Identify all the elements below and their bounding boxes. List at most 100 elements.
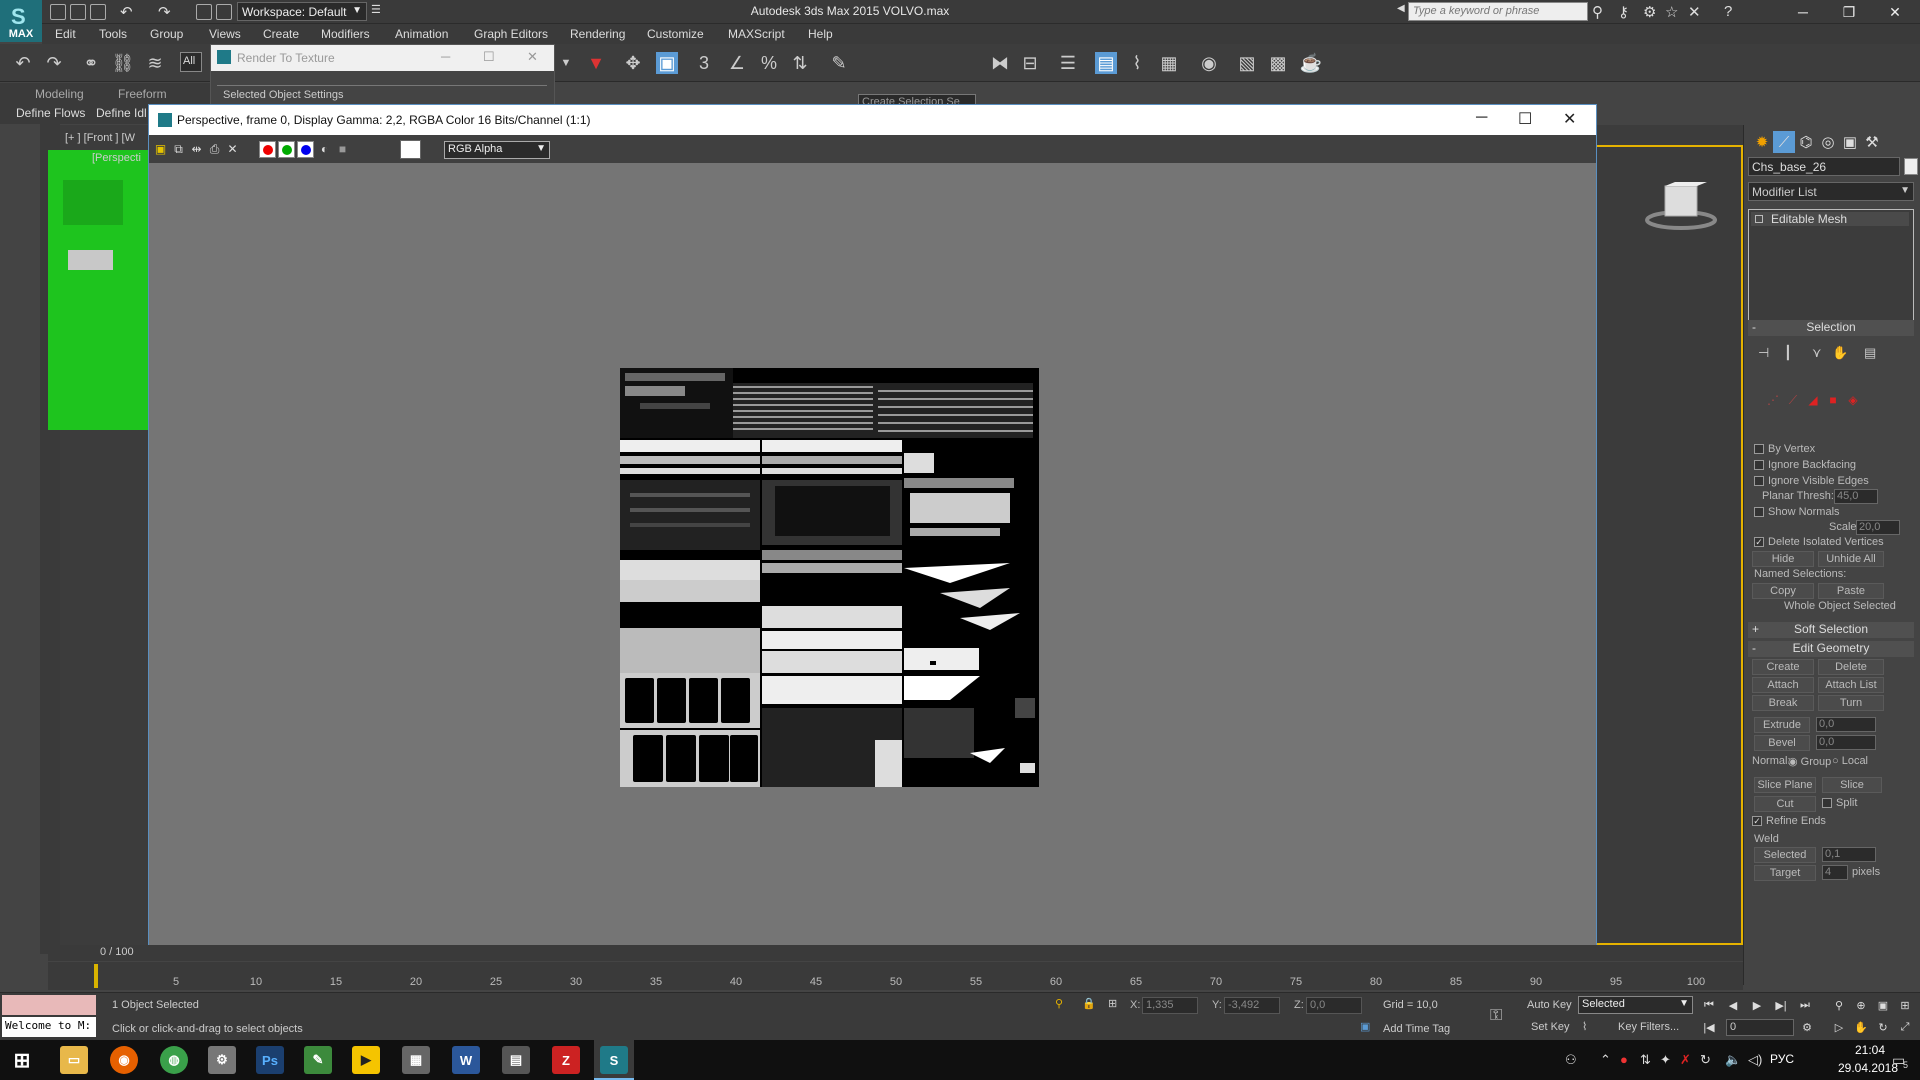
object-color-swatch[interactable] <box>1904 158 1918 175</box>
red-channel-toggle[interactable] <box>259 141 276 158</box>
key-icon[interactable]: ⚷ <box>1618 3 1629 21</box>
blue-channel-toggle[interactable] <box>297 141 314 158</box>
select-and-move-icon[interactable]: ✥ <box>622 52 644 74</box>
create-button[interactable]: Create <box>1752 659 1814 675</box>
zoom-icon[interactable]: ⚲ <box>1830 997 1848 1013</box>
selection-rollout-header[interactable]: - Selection <box>1748 320 1914 336</box>
viewcube-icon[interactable] <box>1645 182 1717 230</box>
align-icon[interactable]: ⊟ <box>1019 52 1041 74</box>
utilities-tab-icon[interactable]: ⚒ <box>1861 131 1883 153</box>
media-player-icon[interactable]: ▶ <box>352 1046 380 1074</box>
restore-button[interactable]: ❐ <box>1826 0 1872 24</box>
volume-icon[interactable]: 🔈 <box>1725 1052 1741 1068</box>
paste-button[interactable]: Paste <box>1818 583 1884 599</box>
dropdown-arrow-icon[interactable]: ▼ <box>555 52 577 74</box>
schematic-view-icon[interactable]: ▦ <box>1158 52 1180 74</box>
3dsmax-icon[interactable]: S <box>600 1046 628 1074</box>
curve-editor-icon[interactable]: ⌇ <box>1126 52 1148 74</box>
layer-explorer-icon[interactable]: ☰ <box>1057 52 1079 74</box>
current-frame-field[interactable]: 0 <box>1726 1019 1794 1036</box>
render-production-icon[interactable]: ☕ <box>1300 52 1322 74</box>
slice-plane-button[interactable]: Slice Plane <box>1754 777 1816 793</box>
workspace-dropdown[interactable]: Workspace: Default ▼ <box>237 2 367 21</box>
angle-snap-icon[interactable]: ∠ <box>726 52 748 74</box>
hide-button[interactable]: Hide <box>1752 551 1814 567</box>
weld-selected-button[interactable]: Selected <box>1754 847 1816 863</box>
face-subobject-icon[interactable]: ◢ <box>1806 393 1820 407</box>
app-logo[interactable]: S MAX <box>0 0 42 42</box>
set-key-mode-icon[interactable]: ⚿ <box>1490 1007 1502 1025</box>
vertex-subobject-icon[interactable]: ⋰ <box>1766 393 1780 407</box>
remove-modifier-icon[interactable]: ✋ <box>1832 345 1848 361</box>
z-coordinate-field[interactable]: 0,0 <box>1306 997 1362 1014</box>
select-and-link-icon[interactable]: ⚭ <box>80 52 102 74</box>
scene-explorer-icon[interactable]: ▤ <box>1095 52 1117 74</box>
render-canvas[interactable] <box>149 163 1596 951</box>
rfw-close-button[interactable]: ✕ <box>1563 109 1576 129</box>
attach-button[interactable]: Attach <box>1752 677 1814 693</box>
menu-rendering[interactable]: Rendering <box>570 27 625 41</box>
delete-button[interactable]: Delete <box>1818 659 1884 675</box>
pan-view-icon[interactable]: ✋ <box>1852 1019 1870 1035</box>
ignore-backfacing-checkbox[interactable]: Ignore Backfacing <box>1754 459 1856 471</box>
material-editor-icon[interactable]: ◉ <box>1198 52 1220 74</box>
snaps-toggle-icon[interactable]: 3 <box>693 52 715 74</box>
menu-animation[interactable]: Animation <box>395 27 448 41</box>
key-mode-toggle-icon[interactable]: |◀ <box>1700 1019 1718 1035</box>
file-explorer-icon[interactable]: ▭ <box>60 1046 88 1074</box>
split-checkbox[interactable]: Split <box>1822 797 1857 809</box>
monochrome-icon[interactable]: ■ <box>335 142 350 156</box>
delete-isolated-vertices-checkbox[interactable]: ✓ Delete Isolated Vertices <box>1754 536 1884 548</box>
render-setup-icon[interactable]: ▧ <box>1236 52 1258 74</box>
turn-button[interactable]: Turn <box>1818 695 1884 711</box>
local-radio[interactable]: ○ Local <box>1832 755 1868 767</box>
tab-modeling[interactable]: Modeling <box>35 87 84 101</box>
track-bar[interactable]: 5 10 15 20 25 30 35 40 45 50 55 60 65 70 75 80 85 90 95 100 <box>48 962 1743 990</box>
y-coordinate-field[interactable]: -3,492 <box>1224 997 1280 1014</box>
menu-graph-editors[interactable]: Graph Editors <box>474 27 548 41</box>
zoom-extents-icon[interactable]: ▣ <box>1874 997 1892 1013</box>
key-selection-dropdown[interactable]: Selected ▼ <box>1578 996 1693 1014</box>
extrude-spinner[interactable]: 0,0 <box>1816 717 1876 732</box>
selection-filter-dropdown[interactable]: All <box>180 52 202 72</box>
maxscript-listener-output[interactable] <box>2 995 96 1015</box>
refine-ends-checkbox[interactable]: ✓ Refine Ends <box>1752 815 1826 827</box>
mirror-icon[interactable]: ⧓ <box>989 52 1011 74</box>
by-vertex-checkbox[interactable]: By Vertex <box>1754 443 1815 455</box>
orbit-icon[interactable]: ↻ <box>1874 1019 1892 1035</box>
menu-modifiers[interactable]: Modifiers <box>321 27 370 41</box>
rtt-titlebar[interactable]: Render To Texture ─ ☐ ✕ <box>211 45 554 71</box>
rfw-minimize-button[interactable]: ─ <box>1476 109 1487 127</box>
set-key-button[interactable]: Set Key <box>1531 1021 1570 1033</box>
element-subobject-icon[interactable]: ◈ <box>1846 393 1860 407</box>
cut-button[interactable]: Cut <box>1754 796 1816 812</box>
absolute-mode-icon[interactable]: ⊞ <box>1108 997 1117 1010</box>
unhide-all-button[interactable]: Unhide All <box>1818 551 1884 567</box>
polygon-subobject-icon[interactable]: ■ <box>1826 393 1840 407</box>
isolate-selection-icon[interactable]: ⚲ <box>1055 997 1063 1010</box>
photoshop-icon[interactable]: Ps <box>256 1046 284 1074</box>
weld-threshold-spinner[interactable]: 0,1 <box>1822 847 1876 862</box>
undo-icon[interactable]: ↶ <box>12 52 34 74</box>
menu-create[interactable]: Create <box>263 27 299 41</box>
spinner-snap-icon[interactable]: ⇅ <box>789 52 811 74</box>
bind-space-warp-icon[interactable]: ≋ <box>144 52 166 74</box>
pin-stack-icon[interactable]: ⊣ <box>1758 345 1769 361</box>
menu-edit[interactable]: Edit <box>55 27 76 41</box>
attach-list-button[interactable]: Attach List <box>1818 677 1884 693</box>
menu-maxscript[interactable]: MAXScript <box>728 27 785 41</box>
antivirus-icon[interactable]: ● <box>1620 1052 1628 1067</box>
track-icon[interactable]: ⇹ <box>189 142 204 156</box>
define-flows-button[interactable]: Define Flows <box>16 106 85 120</box>
save-image-icon[interactable]: ▣ <box>153 142 168 156</box>
display-channel-dropdown[interactable]: RGB Alpha ▼ <box>444 141 550 159</box>
windows-start-icon[interactable]: ⊞ <box>8 1046 36 1074</box>
chevron-left-icon[interactable]: ◀ <box>1397 3 1405 14</box>
weld-target-spinner[interactable]: 4 <box>1822 865 1848 880</box>
undo-icon[interactable]: ↶ <box>120 3 133 21</box>
add-time-tag[interactable]: Add Time Tag <box>1383 1023 1450 1035</box>
lock-selection-icon[interactable]: 🔒 <box>1082 997 1096 1010</box>
new-file-icon[interactable] <box>50 4 66 20</box>
print-icon[interactable]: ⎙ <box>207 142 222 156</box>
time-slider-label[interactable]: 0 / 100 <box>100 946 134 958</box>
